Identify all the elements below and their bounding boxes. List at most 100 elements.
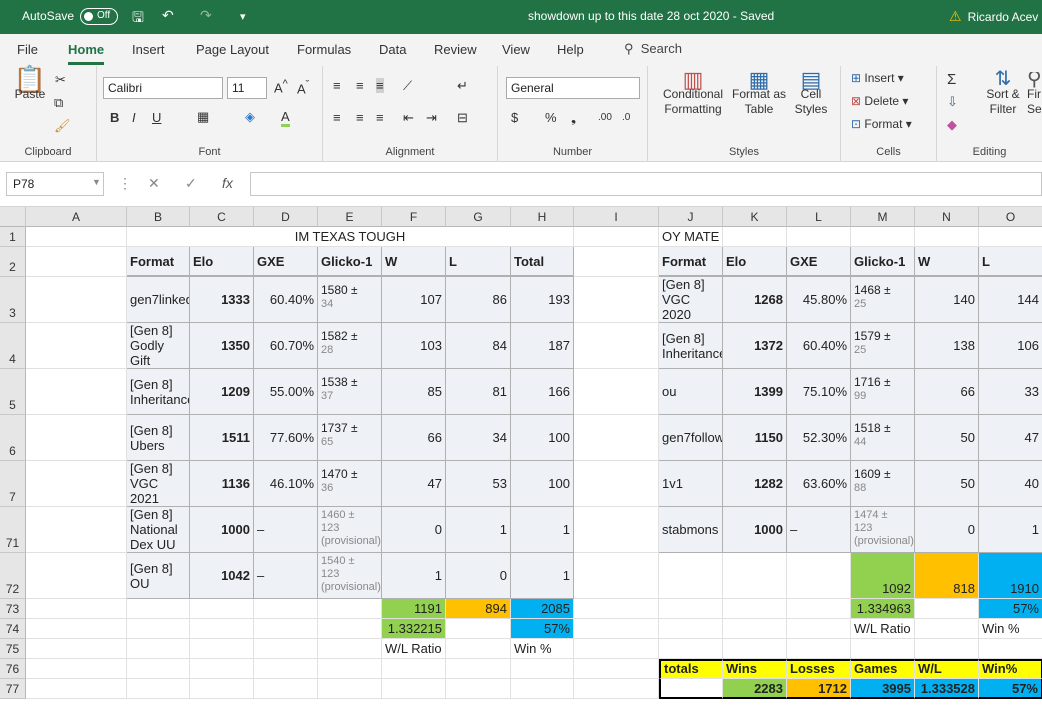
spreadsheet-grid[interactable]: A B C D E F G H I J K L M N O 1 2 3 4 5 6 7 71 72 73 74 75 76 77 IM T… bbox=[0, 207, 1042, 705]
total-cell[interactable]: 100 bbox=[511, 415, 574, 461]
format-cell[interactable]: [Gen 8] OU bbox=[127, 553, 190, 599]
grand-header[interactable]: Grand totals bbox=[659, 659, 723, 679]
cell[interactable] bbox=[915, 599, 979, 619]
autosum-icon[interactable]: Σ bbox=[947, 71, 956, 88]
row-header-73[interactable]: 73 bbox=[0, 599, 26, 619]
cell[interactable] bbox=[127, 619, 190, 639]
wins-cell[interactable]: 50 bbox=[915, 461, 979, 507]
left-sum-wins[interactable]: 1191 bbox=[382, 599, 446, 619]
elo-cell[interactable]: 1150 bbox=[723, 415, 787, 461]
accounting-format-icon[interactable]: $ bbox=[511, 110, 518, 125]
cell[interactable] bbox=[254, 639, 318, 659]
cell[interactable] bbox=[511, 679, 574, 699]
cell[interactable] bbox=[127, 679, 190, 699]
column-header-k[interactable]: K bbox=[723, 207, 787, 227]
cell[interactable] bbox=[915, 227, 979, 247]
tab-review[interactable]: Review bbox=[434, 42, 477, 57]
increase-decimal-icon[interactable]: .00 bbox=[598, 112, 612, 123]
gxe-cell[interactable]: 60.70% bbox=[254, 323, 318, 369]
column-heading[interactable]: Glicko-1 bbox=[318, 247, 382, 277]
row-header-71[interactable]: 71 bbox=[0, 507, 26, 553]
grand-value[interactable]: 2283 bbox=[723, 679, 787, 699]
elo-cell[interactable]: 1000 bbox=[190, 507, 254, 553]
glicko-cell[interactable]: 1518 ±44 bbox=[851, 415, 915, 461]
underline-icon[interactable]: U bbox=[152, 110, 161, 125]
align-left-icon[interactable]: ≡ bbox=[333, 110, 341, 125]
grand-value[interactable]: 3995 bbox=[851, 679, 915, 699]
losses-cell[interactable]: 106 bbox=[979, 323, 1042, 369]
cell[interactable] bbox=[318, 679, 382, 699]
wins-cell[interactable]: 1 bbox=[382, 553, 446, 599]
cell[interactable] bbox=[574, 415, 659, 461]
cell[interactable] bbox=[659, 619, 723, 639]
column-header-b[interactable]: B bbox=[127, 207, 190, 227]
cancel-icon[interactable]: ✕ bbox=[148, 175, 160, 192]
cell[interactable] bbox=[574, 323, 659, 369]
glicko-cell[interactable]: 1580 ±34 bbox=[318, 277, 382, 323]
cell[interactable] bbox=[574, 507, 659, 553]
elo-cell[interactable]: 1511 bbox=[190, 415, 254, 461]
wins-cell[interactable]: 103 bbox=[382, 323, 446, 369]
name-box[interactable]: P78 bbox=[6, 172, 104, 196]
cell[interactable] bbox=[446, 639, 511, 659]
tab-formulas[interactable]: Formulas bbox=[297, 42, 351, 57]
column-header-l[interactable]: L bbox=[787, 207, 851, 227]
select-all-corner[interactable] bbox=[0, 207, 26, 227]
comma-style-icon[interactable]: ❟ bbox=[571, 110, 576, 126]
bold-icon[interactable]: B bbox=[110, 110, 119, 125]
cell[interactable] bbox=[787, 553, 851, 599]
user-account[interactable]: ⚠ Ricardo Acev bbox=[949, 8, 1038, 25]
cell[interactable] bbox=[787, 599, 851, 619]
tab-insert[interactable]: Insert bbox=[132, 42, 165, 57]
row-header-77[interactable]: 77 bbox=[0, 679, 26, 699]
align-top-icon[interactable]: ≡ bbox=[333, 78, 341, 93]
cell[interactable] bbox=[254, 619, 318, 639]
cell[interactable] bbox=[723, 619, 787, 639]
elo-cell[interactable]: 1372 bbox=[723, 323, 787, 369]
cell[interactable] bbox=[190, 639, 254, 659]
cell[interactable] bbox=[574, 599, 659, 619]
glicko-cell[interactable]: 1474 ±123 (provisional) bbox=[851, 507, 915, 553]
losses-cell[interactable]: 1 bbox=[979, 507, 1042, 553]
column-header-j[interactable]: J bbox=[659, 207, 723, 227]
insert-cells-button[interactable]: ⊞ Insert ▾ bbox=[851, 71, 904, 86]
decrease-decimal-icon[interactable]: .0 bbox=[622, 112, 630, 123]
cell[interactable] bbox=[254, 599, 318, 619]
format-cell[interactable]: [Gen 8] Godly Gift bbox=[127, 323, 190, 369]
cell[interactable] bbox=[574, 227, 659, 247]
losses-cell[interactable]: 84 bbox=[446, 323, 511, 369]
left-winpct-label[interactable]: Win % bbox=[511, 639, 574, 659]
cell[interactable] bbox=[318, 659, 382, 679]
cell[interactable] bbox=[26, 323, 127, 369]
grand-header[interactable]: Win% bbox=[979, 659, 1042, 679]
cell[interactable] bbox=[190, 659, 254, 679]
delete-cells-button[interactable]: ⊠ Delete ▾ bbox=[851, 94, 908, 109]
total-cell[interactable]: 100 bbox=[511, 461, 574, 507]
right-winpct-label[interactable]: Win % bbox=[979, 619, 1042, 639]
row-header-4[interactable]: 4 bbox=[0, 323, 26, 369]
cell[interactable] bbox=[787, 619, 851, 639]
glicko-cell[interactable]: 1468 ±25 bbox=[851, 277, 915, 323]
total-cell[interactable]: 1 bbox=[511, 553, 574, 599]
cell[interactable] bbox=[26, 369, 127, 415]
left-sum-total[interactable]: 2085 bbox=[511, 599, 574, 619]
column-header-n[interactable]: N bbox=[915, 207, 979, 227]
cell[interactable] bbox=[723, 553, 787, 599]
elo-cell[interactable]: 1042 bbox=[190, 553, 254, 599]
cell[interactable] bbox=[979, 639, 1042, 659]
wins-cell[interactable]: 0 bbox=[382, 507, 446, 553]
row-header-5[interactable]: 5 bbox=[0, 369, 26, 415]
format-cell[interactable]: gen7linked bbox=[127, 277, 190, 323]
column-header-m[interactable]: M bbox=[851, 207, 915, 227]
column-header-f[interactable]: F bbox=[382, 207, 446, 227]
enter-icon[interactable]: ✓ bbox=[185, 175, 197, 192]
insert-function-icon[interactable]: fx bbox=[222, 175, 233, 191]
left-ratio-label[interactable]: W/L Ratio bbox=[382, 639, 446, 659]
cell[interactable] bbox=[26, 679, 127, 699]
row-header-3[interactable]: 3 bbox=[0, 277, 26, 323]
total-cell[interactable]: 187 bbox=[511, 323, 574, 369]
gxe-cell[interactable]: 63.60% bbox=[787, 461, 851, 507]
cell[interactable] bbox=[659, 599, 723, 619]
gxe-cell[interactable]: 45.80% bbox=[787, 277, 851, 323]
format-cells-button[interactable]: ⊡ Format ▾ bbox=[851, 117, 912, 132]
